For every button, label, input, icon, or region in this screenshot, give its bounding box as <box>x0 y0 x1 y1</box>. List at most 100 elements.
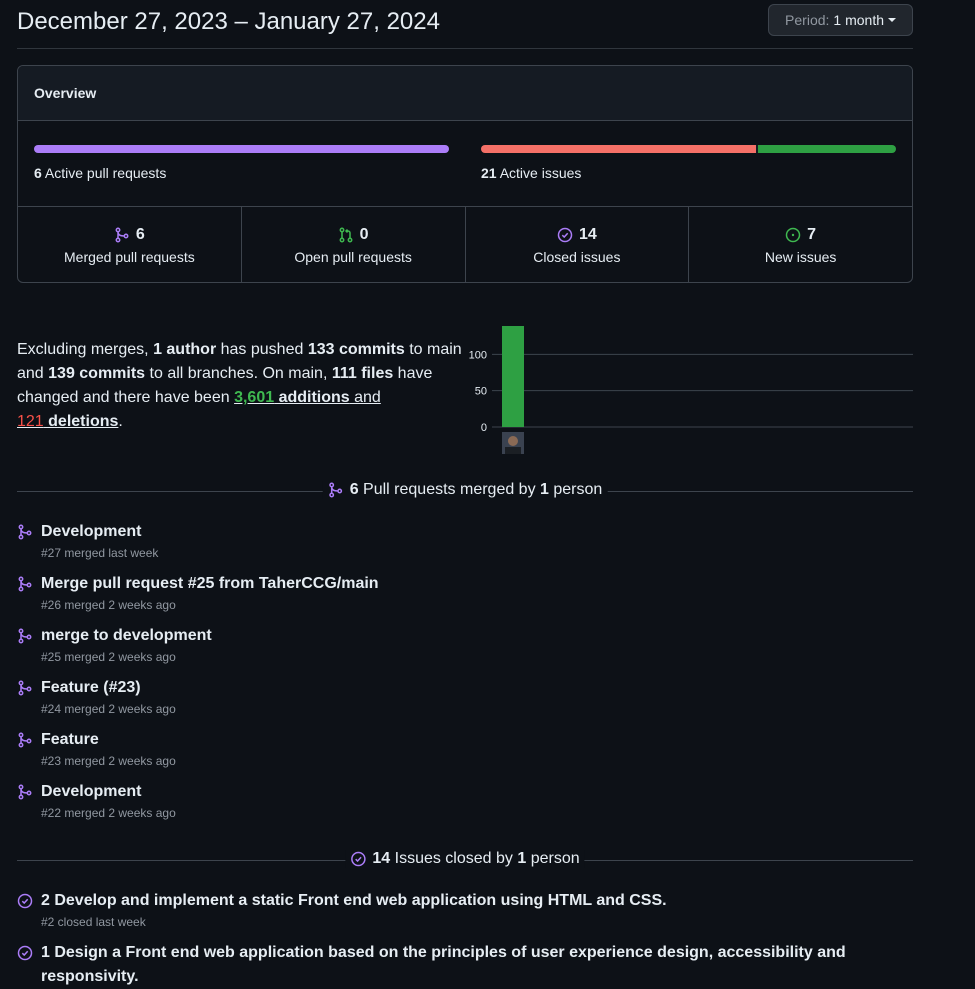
pr-meta: #25 merged 2 weeks ago <box>41 650 176 664</box>
issue-closed-icon <box>17 945 33 961</box>
active-prs-block[interactable]: 6 Active pull requests <box>34 145 449 181</box>
prs-merged-text: Pull requests merged by <box>358 481 541 498</box>
commits-chart-svg: 100 50 0 <box>469 326 913 454</box>
active-prs-label: Active pull requests <box>44 165 167 181</box>
open-prs-label: Open pull requests <box>294 249 412 265</box>
period-value: 1 month <box>833 12 884 28</box>
issue-title-link[interactable]: 2 Develop and implement a static Front e… <box>41 889 901 913</box>
new-issues-num: 7 <box>807 226 817 243</box>
closed-issues-label: Closed issues <box>533 249 621 265</box>
pr-meta: #23 merged 2 weeks ago <box>41 754 176 768</box>
active-issues-label: Active issues <box>499 165 582 181</box>
pr-title-link[interactable]: Feature (#23) <box>41 676 141 700</box>
active-prs-count: 6 <box>34 165 42 181</box>
new-issues-fill <box>758 145 896 153</box>
issues-divider: 14 Issues closed by 1 person <box>17 850 913 870</box>
author-avatar[interactable] <box>502 432 524 454</box>
period-label: Period: <box>785 12 830 28</box>
prs-person-text: person <box>548 481 603 498</box>
git-merge-icon <box>17 576 33 592</box>
overview-box: Overview 6 Active pull requests 21 Activ… <box>17 65 913 283</box>
additions-word: additions <box>274 389 350 406</box>
period-header: December 27, 2023 – January 27, 2024 Per… <box>17 0 913 49</box>
pr-title-link[interactable]: Development <box>41 780 141 804</box>
pr-meta: #24 merged 2 weeks ago <box>41 702 176 716</box>
issues-closed-count: 14 <box>372 850 391 867</box>
y-tick-label: 100 <box>469 349 487 361</box>
overview-bars: 6 Active pull requests 21 Active issues <box>18 121 912 207</box>
prs-people-count: 1 <box>540 481 549 498</box>
summary-text: . <box>118 413 123 430</box>
active-issues-count: 21 <box>481 165 497 181</box>
stat-merged-prs[interactable]: 6 Merged pull requests <box>18 207 242 282</box>
commits-all-count: 139 commits <box>48 365 146 382</box>
stat-open-prs[interactable]: 0 Open pull requests <box>242 207 466 282</box>
issues-people-count: 1 <box>517 850 527 867</box>
pr-title-link[interactable]: merge to development <box>41 624 212 648</box>
pr-list-item: Merge pull request #25 from TaherCCG/mai… <box>17 572 913 616</box>
open-prs-num: 0 <box>359 226 369 243</box>
merged-prs-label: Merged pull requests <box>64 249 195 265</box>
date-range-title: December 27, 2023 – January 27, 2024 <box>17 8 440 35</box>
y-tick-label: 0 <box>481 422 487 434</box>
commits-chart: 100 50 0 <box>462 320 914 460</box>
files-count: 111 files <box>331 365 394 382</box>
issue-closed-icon <box>557 227 573 243</box>
merged-prs-num: 6 <box>135 226 145 243</box>
git-pull-request-icon <box>339 227 353 243</box>
authors-count: 1 author <box>153 341 217 358</box>
closed-issues-num: 14 <box>578 226 597 243</box>
pr-title-link[interactable]: Feature <box>41 728 99 752</box>
merged-prs-fill <box>34 145 449 153</box>
overview-title: Overview <box>18 66 912 121</box>
git-merge-icon <box>17 784 33 800</box>
deletions-word: deletions <box>43 413 119 430</box>
issue-closed-icon <box>17 893 33 909</box>
summary-text: Excluding merges, <box>17 341 154 358</box>
pr-title-link[interactable]: Merge pull request #25 from TaherCCG/mai… <box>41 572 379 596</box>
git-merge-icon <box>329 482 343 498</box>
caret-down-icon <box>888 18 896 22</box>
stat-new-issues[interactable]: 7 New issues <box>689 207 912 282</box>
period-dropdown-button[interactable]: Period: 1 month <box>768 4 913 36</box>
pr-list-item: Feature (#23) #24 merged 2 weeks ago <box>17 676 913 720</box>
issue-title-link[interactable]: 1 Design a Front end web application bas… <box>41 941 901 989</box>
commits-main-count: 133 commits <box>307 341 405 358</box>
active-prs-bar <box>34 145 449 153</box>
git-merge-icon <box>17 524 33 540</box>
deletions-link[interactable]: 121 deletions <box>17 413 118 430</box>
additions-link[interactable]: 3,601 additions and <box>234 389 381 406</box>
stat-closed-issues[interactable]: 14 Closed issues <box>466 207 690 282</box>
issues-closed-text: Issues closed by <box>390 850 518 867</box>
active-issues-block[interactable]: 21 Active issues <box>481 145 896 181</box>
summary-text: has pushed <box>216 341 308 358</box>
pr-list-item: Feature #23 merged 2 weeks ago <box>17 728 913 772</box>
prs-divider: 6 Pull requests merged by 1 person <box>17 481 913 501</box>
closed-issues-fill <box>481 145 757 153</box>
additions-count: 3,601 <box>234 389 275 406</box>
prs-merged-count: 6 <box>349 481 359 498</box>
pr-title-link[interactable]: Development <box>41 520 141 544</box>
commits-bar[interactable] <box>502 326 524 427</box>
issue-meta: #2 closed last week <box>41 915 146 929</box>
git-merge-icon <box>17 732 33 748</box>
new-issues-label: New issues <box>764 249 837 265</box>
pr-meta: #22 merged 2 weeks ago <box>41 806 176 820</box>
overview-stats: 6 Merged pull requests 0 Open pull reque… <box>18 207 912 282</box>
pr-meta: #27 merged last week <box>41 546 159 560</box>
summary-text: to all branches. On main, <box>145 365 332 382</box>
issue-opened-icon <box>785 227 801 243</box>
pr-list-item: Development #27 merged last week <box>17 520 913 564</box>
git-merge-icon <box>17 680 33 696</box>
git-merge-icon <box>115 227 129 243</box>
git-merge-icon <box>17 628 33 644</box>
issue-closed-icon <box>351 851 366 867</box>
deletions-count: 121 <box>17 413 44 430</box>
commit-summary: Excluding merges, 1 author has pushed 13… <box>17 338 472 434</box>
y-tick-label: 50 <box>475 386 487 398</box>
pr-meta: #26 merged 2 weeks ago <box>41 598 176 612</box>
summary-text: and <box>349 389 381 406</box>
active-issues-bar <box>481 145 896 153</box>
issues-person-text: person <box>526 850 580 867</box>
pr-list-item: merge to development #25 merged 2 weeks a… <box>17 624 913 668</box>
